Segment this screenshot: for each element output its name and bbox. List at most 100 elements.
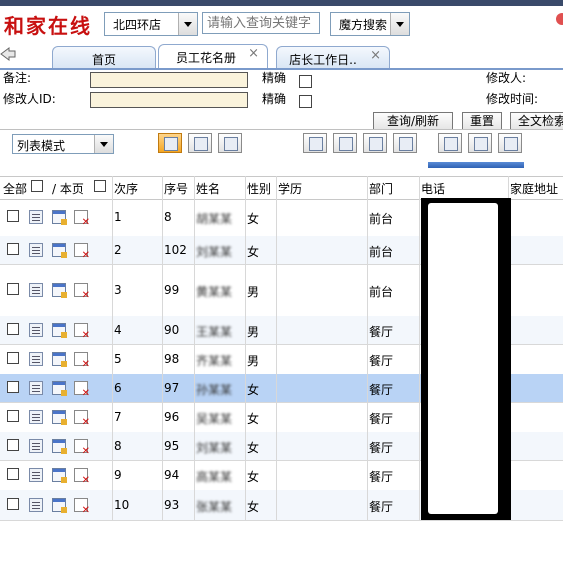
table-header: 全部 / 本页 次序 序号 姓名 性别 学历 部门 电话 家庭地址 — [0, 176, 563, 200]
row-checkbox[interactable] — [7, 210, 19, 222]
cell-seq: 90 — [164, 323, 180, 337]
header-name[interactable]: 姓名 — [196, 180, 220, 197]
view-icon[interactable] — [29, 210, 43, 224]
row-checkbox[interactable] — [7, 283, 19, 295]
edit-icon[interactable] — [52, 283, 67, 298]
row-checkbox[interactable] — [7, 243, 19, 255]
view-icon[interactable] — [29, 439, 43, 453]
splitter-handle[interactable] — [428, 162, 524, 168]
delete-icon[interactable] — [74, 283, 90, 301]
add-icon — [164, 137, 178, 151]
fulltext-search-button[interactable]: 全文检索 — [510, 112, 563, 130]
tab-manager-log[interactable]: 店长工作日.. × — [276, 46, 390, 68]
chevron-down-icon[interactable] — [94, 135, 113, 153]
store-select[interactable]: 北四环店 — [104, 12, 198, 36]
cell-name: 吴某某 — [196, 412, 233, 426]
edit-icon[interactable] — [52, 243, 67, 258]
edit-icon[interactable] — [52, 410, 67, 425]
edit-icon[interactable] — [52, 323, 67, 338]
cell-department: 餐厅 — [369, 470, 394, 484]
next-button[interactable] — [438, 133, 462, 153]
magic-search-button[interactable]: 魔方搜索 — [330, 12, 410, 36]
delete-icon[interactable] — [74, 210, 90, 228]
view-icon[interactable] — [29, 283, 43, 297]
export-button[interactable] — [393, 133, 417, 153]
reset-button[interactable]: 重置 — [462, 112, 502, 130]
delete-icon[interactable] — [74, 439, 90, 457]
cell-gender: 女 — [247, 412, 260, 426]
delete-icon[interactable] — [74, 352, 90, 370]
delete-icon[interactable] — [74, 410, 90, 428]
edit-icon[interactable] — [52, 498, 67, 513]
view-icon[interactable] — [29, 410, 43, 424]
delete-icon[interactable] — [74, 243, 90, 261]
edit-icon[interactable] — [52, 381, 67, 396]
top-strip — [0, 0, 563, 6]
tab-home-label: 首页 — [91, 53, 116, 67]
exact-checkbox[interactable] — [299, 75, 312, 88]
delete-icon[interactable] — [74, 323, 90, 341]
print-button[interactable] — [303, 133, 327, 153]
header-phone[interactable]: 电话 — [421, 180, 445, 197]
chevron-down-icon[interactable] — [390, 13, 409, 35]
tab-employee-roster[interactable]: 员工花名册 × — [158, 44, 268, 68]
view-icon[interactable] — [29, 381, 43, 395]
view-icon[interactable] — [29, 352, 43, 366]
cell-order: 2 — [114, 243, 122, 257]
refresh-list-button[interactable] — [498, 133, 522, 153]
search-input[interactable] — [202, 12, 320, 34]
header-gender[interactable]: 性别 — [247, 180, 271, 197]
header-seq[interactable]: 序号 — [164, 180, 188, 197]
delete-icon[interactable] — [74, 468, 90, 486]
edit-button[interactable] — [333, 133, 357, 153]
close-window-icon[interactable] — [556, 13, 563, 25]
remark-input[interactable] — [90, 72, 248, 88]
row-checkbox[interactable] — [7, 498, 19, 510]
header-address[interactable]: 家庭地址 — [510, 180, 558, 197]
exact-checkbox-2[interactable] — [299, 95, 312, 108]
store-select-value: 北四环店 — [113, 18, 162, 32]
view-icon[interactable] — [29, 498, 43, 512]
modifier-id-input[interactable] — [90, 92, 248, 108]
delete-icon[interactable] — [74, 381, 90, 399]
chevron-down-icon[interactable] — [178, 13, 197, 35]
row-checkbox[interactable] — [7, 468, 19, 480]
cell-gender: 女 — [247, 470, 260, 484]
cell-order: 4 — [114, 323, 122, 337]
view-icon[interactable] — [29, 323, 43, 337]
row-checkbox[interactable] — [7, 439, 19, 451]
view-icon[interactable] — [29, 243, 43, 257]
header-department[interactable]: 部门 — [369, 180, 393, 197]
cell-seq: 93 — [164, 498, 180, 512]
edit-icon[interactable] — [52, 210, 67, 225]
row-checkbox[interactable] — [7, 323, 19, 335]
header-order[interactable]: 次序 — [114, 180, 138, 197]
delete-icon — [224, 137, 238, 151]
header-education[interactable]: 学历 — [278, 180, 302, 197]
delete-icon[interactable] — [74, 498, 90, 516]
cell-department: 餐厅 — [369, 412, 394, 426]
delete-button[interactable] — [218, 133, 242, 153]
view-mode-select[interactable]: 列表模式 — [12, 134, 114, 154]
back-arrow-icon[interactable] — [0, 46, 16, 62]
add-record-button[interactable] — [158, 133, 182, 153]
query-refresh-button[interactable]: 查询/刷新 — [373, 112, 453, 130]
cell-department: 餐厅 — [369, 325, 394, 339]
row-checkbox[interactable] — [7, 381, 19, 393]
col-divider — [419, 176, 420, 520]
edit-icon[interactable] — [52, 439, 67, 454]
copy-button[interactable] — [188, 133, 212, 153]
close-icon[interactable]: × — [370, 48, 381, 63]
row-checkbox[interactable] — [7, 352, 19, 364]
last-button[interactable] — [468, 133, 492, 153]
cell-seq: 102 — [164, 243, 187, 257]
view-icon[interactable] — [29, 468, 43, 482]
cell-gender: 女 — [247, 500, 260, 514]
row-checkbox[interactable] — [7, 410, 19, 422]
edit-icon[interactable] — [52, 468, 67, 483]
select-page-checkbox[interactable] — [94, 180, 106, 192]
batch-edit-button[interactable] — [363, 133, 387, 153]
tab-home[interactable]: 首页 — [52, 46, 156, 68]
edit-icon[interactable] — [52, 352, 67, 367]
select-all-checkbox[interactable] — [31, 180, 43, 192]
